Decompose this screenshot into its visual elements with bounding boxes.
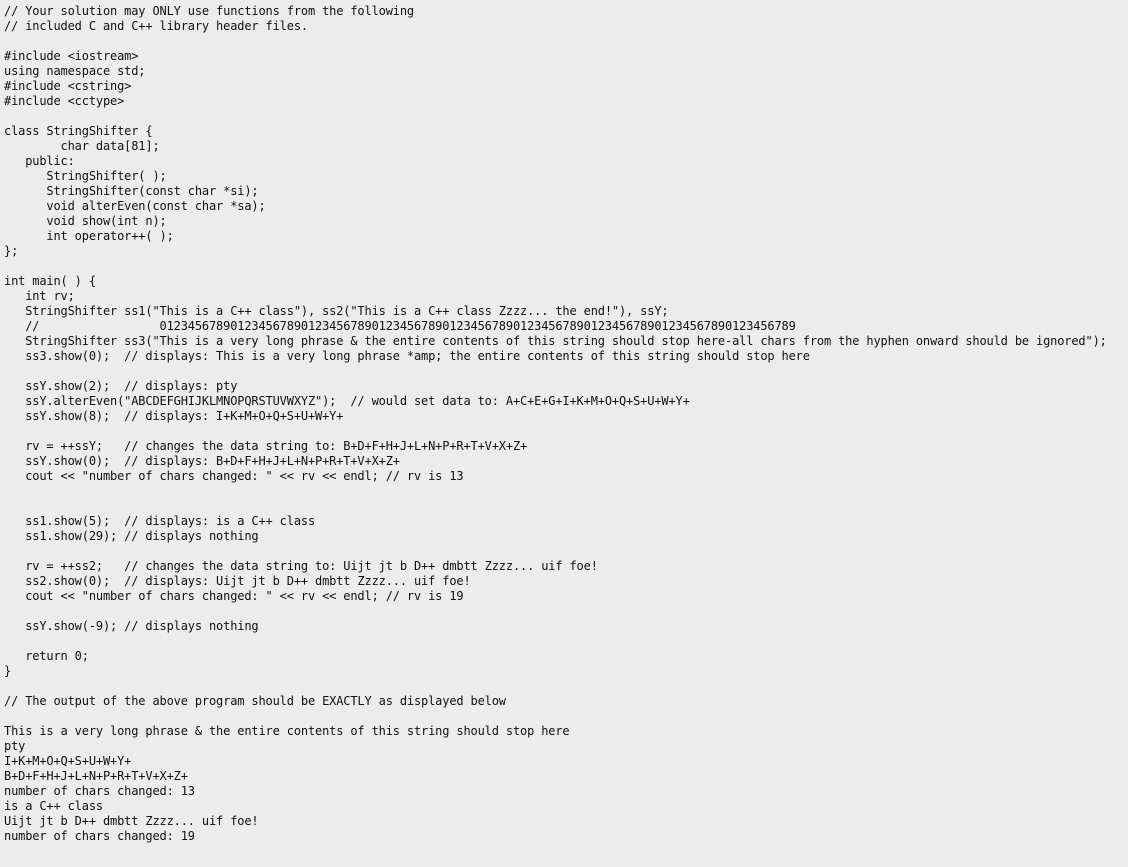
code-line: StringShifter( ); [4, 169, 167, 183]
code-listing: // Your solution may ONLY use functions … [0, 0, 1128, 844]
code-line: #include <cctype> [4, 94, 125, 108]
code-line: return 0; [4, 649, 89, 663]
code-line: void alterEven(const char *sa); [4, 199, 266, 213]
code-line: is a C++ class [4, 799, 103, 813]
code-line: StringShifter(const char *si); [4, 184, 259, 198]
code-line: ssY.show(0); // displays: B+D+F+H+J+L+N+… [4, 454, 400, 468]
code-line: using namespace std; [4, 64, 146, 78]
code-line: I+K+M+O+Q+S+U+W+Y+ [4, 754, 132, 768]
code-line: ssY.alterEven("ABCDEFGHIJKLMNOPQRSTUVWXY… [4, 394, 690, 408]
code-line: Uijt jt b D++ dmbtt Zzzz... uif foe! [4, 814, 259, 828]
code-line: pty [4, 739, 26, 753]
code-line: // included C and C++ library header fil… [4, 19, 308, 33]
code-line: int main( ) { [4, 274, 96, 288]
code-line: // Your solution may ONLY use functions … [4, 4, 414, 18]
code-line: StringShifter ss3("This is a very long p… [4, 334, 1107, 348]
code-line: rv = ++ssY; // changes the data string t… [4, 439, 528, 453]
code-line: StringShifter ss1("This is a C++ class")… [4, 304, 669, 318]
code-line: ssY.show(-9); // displays nothing [4, 619, 259, 633]
code-line: cout << "number of chars changed: " << r… [4, 469, 464, 483]
code-line: class StringShifter { [4, 124, 153, 138]
code-line: #include <iostream> [4, 49, 139, 63]
code-line: ssY.show(8); // displays: I+K+M+O+Q+S+U+… [4, 409, 344, 423]
code-line: ss1.show(29); // displays nothing [4, 529, 259, 543]
code-line: ss2.show(0); // displays: Uijt jt b D++ … [4, 574, 471, 588]
code-line: ss1.show(5); // displays: is a C++ class [4, 514, 316, 528]
code-line: // 0123456789012345678901234567890123456… [4, 319, 796, 333]
code-line: void show(int n); [4, 214, 167, 228]
code-line: B+D+F+H+J+L+N+P+R+T+V+X+Z+ [4, 769, 188, 783]
code-line: public: [4, 154, 75, 168]
code-line: number of chars changed: 13 [4, 784, 195, 798]
code-line: number of chars changed: 19 [4, 829, 195, 843]
code-line: int rv; [4, 289, 75, 303]
code-line: ssY.show(2); // displays: pty [4, 379, 238, 393]
code-line: cout << "number of chars changed: " << r… [4, 589, 464, 603]
code-line: } [4, 664, 12, 678]
code-line: }; [4, 244, 19, 258]
code-line: ss3.show(0); // displays: This is a very… [4, 349, 810, 363]
code-line: int operator++( ); [4, 229, 174, 243]
code-line: char data[81]; [4, 139, 160, 153]
code-line: This is a very long phrase & the entire … [4, 724, 570, 738]
code-line: rv = ++ss2; // changes the data string t… [4, 559, 598, 573]
code-line: #include <cstring> [4, 79, 132, 93]
code-line: // The output of the above program shoul… [4, 694, 506, 708]
